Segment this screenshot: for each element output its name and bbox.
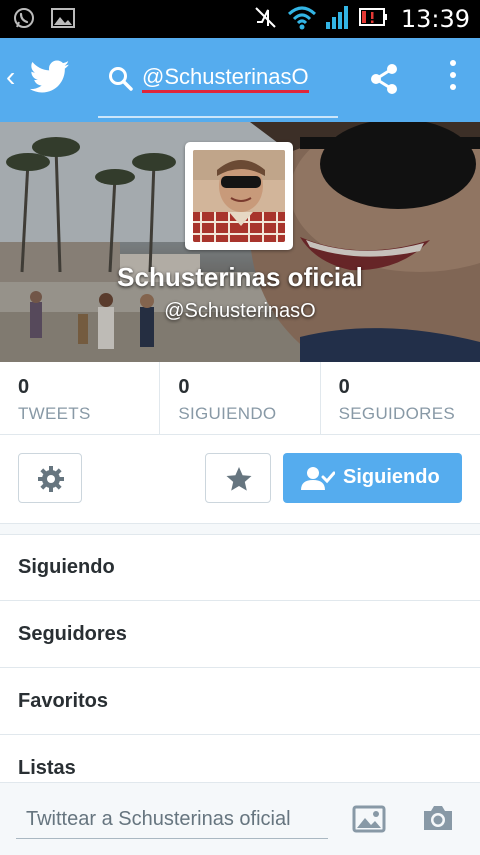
menu-item-following[interactable]: Siguiendo bbox=[0, 534, 480, 601]
stat-count: 0 bbox=[178, 376, 190, 398]
search-field[interactable]: @SchusterinasO bbox=[98, 38, 338, 118]
search-icon[interactable] bbox=[108, 66, 134, 97]
profile-stats: 0 TWEETS 0 SIGUIENDO 0 SEGUIDORES bbox=[0, 362, 480, 435]
favorite-button[interactable] bbox=[205, 453, 271, 503]
status-bar: 13:39 bbox=[0, 0, 480, 38]
profile-actions: Siguiendo bbox=[0, 435, 480, 523]
following-user-icon bbox=[301, 467, 335, 490]
following-button-label: Siguiendo bbox=[343, 466, 440, 488]
stat-count: 0 bbox=[338, 376, 350, 398]
stat-count: 0 bbox=[18, 376, 30, 398]
action-bar: ‹ @SchusterinasO bbox=[0, 38, 480, 122]
menu-item-followers[interactable]: Seguidores bbox=[0, 601, 480, 668]
search-query[interactable]: @SchusterinasO bbox=[142, 64, 309, 93]
profile-header-banner bbox=[0, 122, 480, 362]
image-icon[interactable] bbox=[352, 805, 386, 838]
stat-tweets[interactable]: 0 TWEETS bbox=[0, 362, 161, 434]
search-query-text: @SchusterinasO bbox=[142, 64, 309, 93]
settings-button[interactable] bbox=[18, 453, 82, 503]
stat-following[interactable]: 0 SIGUIENDO bbox=[160, 362, 321, 434]
stat-followers[interactable]: 0 SEGUIDORES bbox=[321, 362, 480, 434]
signal-icon bbox=[325, 4, 351, 35]
gear-icon bbox=[38, 466, 64, 492]
star-icon bbox=[226, 467, 252, 491]
twitter-bird-icon[interactable] bbox=[29, 60, 70, 99]
camera-icon[interactable] bbox=[421, 803, 455, 838]
profile-handle: @SchusterinasO bbox=[164, 300, 316, 322]
whatsapp-icon bbox=[12, 6, 36, 35]
vibrate-off-icon bbox=[253, 4, 279, 35]
clock: 13:39 bbox=[400, 5, 470, 33]
profile-avatar[interactable] bbox=[185, 142, 293, 250]
back-chevron-icon[interactable]: ‹ bbox=[6, 62, 15, 92]
share-icon[interactable] bbox=[368, 62, 400, 101]
compose-bar bbox=[0, 782, 480, 855]
menu-item-label: Listas bbox=[18, 757, 76, 779]
menu-item-label: Siguiendo bbox=[18, 556, 115, 578]
stat-label: SIGUIENDO bbox=[178, 404, 277, 423]
avatar bbox=[193, 150, 285, 242]
profile-menu: Siguiendo Seguidores Favoritos Listas bbox=[0, 534, 480, 802]
stat-label: TWEETS bbox=[18, 404, 91, 423]
menu-item-label: Favoritos bbox=[18, 690, 109, 712]
profile-name: Schusterinas oficial bbox=[117, 262, 363, 292]
overflow-menu-icon[interactable] bbox=[446, 60, 460, 100]
menu-item-favorites[interactable]: Favoritos bbox=[0, 668, 480, 735]
tweet-compose-input[interactable] bbox=[16, 801, 328, 839]
wifi-icon bbox=[287, 4, 317, 35]
following-button[interactable]: Siguiendo bbox=[283, 453, 462, 503]
menu-item-label: Seguidores bbox=[18, 623, 127, 645]
stat-label: SEGUIDORES bbox=[338, 404, 456, 423]
gallery-icon bbox=[50, 7, 76, 34]
battery-alert-icon bbox=[358, 7, 389, 32]
